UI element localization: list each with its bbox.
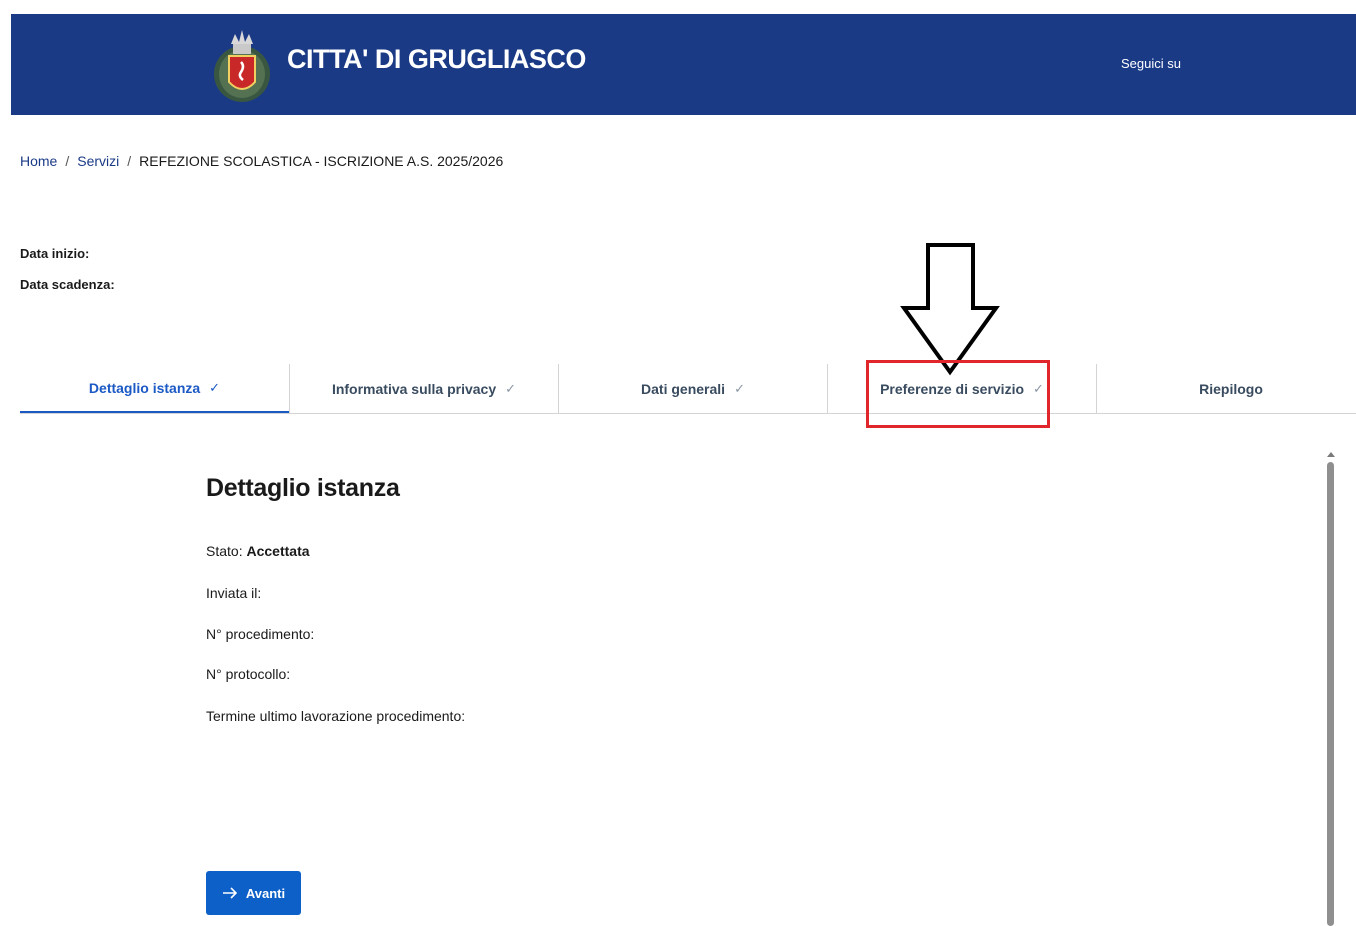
check-icon: ✓ [734,380,745,396]
tab-riepilogo[interactable]: Riepilogo [1097,364,1356,413]
tab-label: Riepilogo [1199,380,1263,397]
site-title[interactable]: CITTA' DI GRUGLIASCO [287,44,586,75]
stepper-tabs: Dettaglio istanza ✓ Informativa sulla pri… [20,364,1356,414]
down-arrow-icon [900,243,1000,376]
protocol-number-label: N° protocollo: [206,666,291,682]
breadcrumb-current: REFEZIONE SCOLASTICA - ISCRIZIONE A.S. 2… [139,153,504,169]
end-date-label: Data scadenza: [20,277,115,292]
breadcrumb-services-link[interactable]: Servizi [77,153,119,169]
status-field: Stato: Accettata [206,543,310,559]
next-button-label: Avanti [245,885,286,901]
check-icon: ✓ [505,380,517,396]
tab-dettaglio-istanza[interactable]: Dettaglio istanza ✓ [20,364,289,413]
tab-label: Informativa sulla privacy [331,380,497,397]
check-icon: ✓ [209,379,221,395]
status-label: Stato: [206,543,243,559]
breadcrumb-separator: / [65,153,70,169]
tab-label: Dati generali [641,380,726,397]
breadcrumb-home-link[interactable]: Home [20,153,57,169]
procedure-number-label: N° procedimento: [206,626,315,642]
tab-informativa-privacy[interactable]: Informativa sulla privacy ✓ [290,364,558,413]
next-button[interactable]: Avanti [206,871,301,915]
start-date-label: Data inizio: [20,246,90,261]
status-value: Accettata [246,543,310,559]
follow-us-label[interactable]: Seguici su [1121,56,1181,71]
coat-of-arms-icon[interactable] [211,26,273,104]
site-header: CITTA' DI GRUGLIASCO Seguici su [11,14,1356,115]
highlight-annotation [866,360,1050,428]
deadline-label: Termine ultimo lavorazione procedimento: [206,708,466,724]
tab-dati-generali[interactable]: Dati generali ✓ [559,364,827,413]
breadcrumb-separator: / [127,153,132,169]
scrollbar-thumb[interactable] [1327,462,1334,926]
scroll-up-icon[interactable] [1326,450,1336,458]
page-title: Dettaglio istanza [206,474,400,502]
sent-date-label: Inviata il: [206,585,262,601]
arrow-right-icon [222,887,238,899]
tab-label: Dettaglio istanza [88,379,201,396]
breadcrumb: Home / Servizi / REFEZIONE SCOLASTICA - ISCR… [20,153,503,169]
